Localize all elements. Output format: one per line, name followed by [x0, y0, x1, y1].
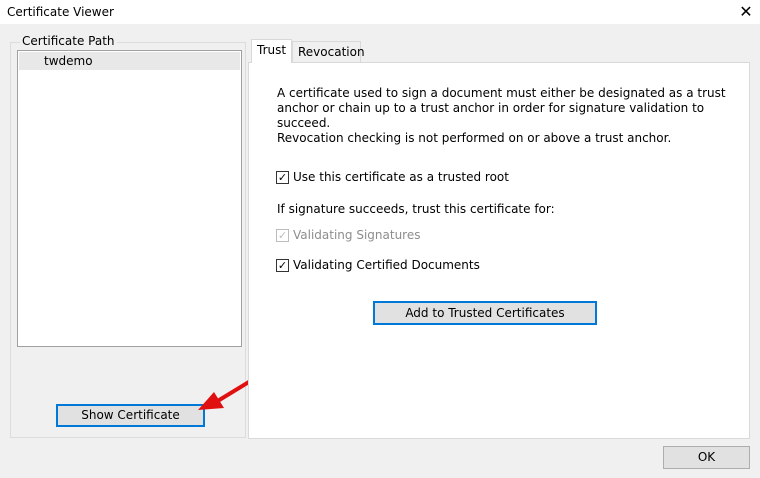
- use-trusted-root-row[interactable]: ✓ Use this certificate as a trusted root: [276, 169, 509, 185]
- validating-signatures-checkbox: ✓: [276, 228, 289, 242]
- validating-certified-checkbox[interactable]: ✓: [276, 258, 289, 272]
- use-trusted-root-checkbox[interactable]: ✓: [276, 170, 289, 184]
- trust-for-label: If signature succeeds, trust this certif…: [277, 202, 555, 216]
- validating-certified-row[interactable]: ✓ Validating Certified Documents: [276, 257, 480, 273]
- validating-certified-label: Validating Certified Documents: [293, 258, 480, 272]
- validating-signatures-row: ✓ Validating Signatures: [276, 227, 421, 243]
- trust-description: A certificate used to sign a document mu…: [277, 86, 727, 146]
- title-bar: Certificate Viewer ✕: [0, 0, 760, 24]
- show-certificate-button[interactable]: Show Certificate: [56, 404, 205, 427]
- tab-trust[interactable]: Trust: [251, 39, 293, 63]
- trust-description-line: A certificate used to sign a document mu…: [277, 86, 726, 100]
- window-title: Certificate Viewer: [7, 5, 114, 19]
- trust-description-line: Revocation checking is not performed on …: [277, 131, 672, 145]
- tree-item-twdemo[interactable]: twdemo: [19, 52, 240, 70]
- validating-signatures-label: Validating Signatures: [293, 228, 421, 242]
- trust-description-line: anchor or chain up to a trust anchor in …: [277, 101, 705, 130]
- certificate-path-legend: Certificate Path: [20, 34, 117, 48]
- certificate-path-tree[interactable]: twdemo: [17, 50, 242, 347]
- tab-revocation[interactable]: Revocation: [292, 41, 365, 63]
- use-trusted-root-label: Use this certificate as a trusted root: [293, 170, 509, 184]
- add-to-trusted-certificates-button[interactable]: Add to Trusted Certificates: [373, 301, 597, 325]
- close-icon[interactable]: ✕: [738, 3, 754, 21]
- ok-button[interactable]: OK: [663, 446, 750, 469]
